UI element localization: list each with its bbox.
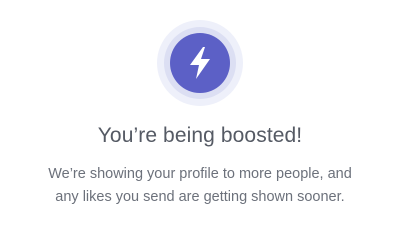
boost-screen: You’re being boosted! We’re showing your…	[0, 0, 400, 225]
boost-title: You’re being boosted!	[97, 124, 303, 147]
boost-badge-circle	[170, 33, 230, 93]
boost-badge-ring	[164, 27, 236, 99]
boost-description-line-1: We’re showing your profile to more peopl…	[48, 166, 352, 182]
lightning-bolt-icon	[190, 47, 210, 79]
boost-description-line-2: any likes you send are getting shown soo…	[55, 189, 345, 205]
boost-description: We’re showing your profile to more peopl…	[20, 163, 380, 209]
boost-badge	[157, 20, 243, 106]
